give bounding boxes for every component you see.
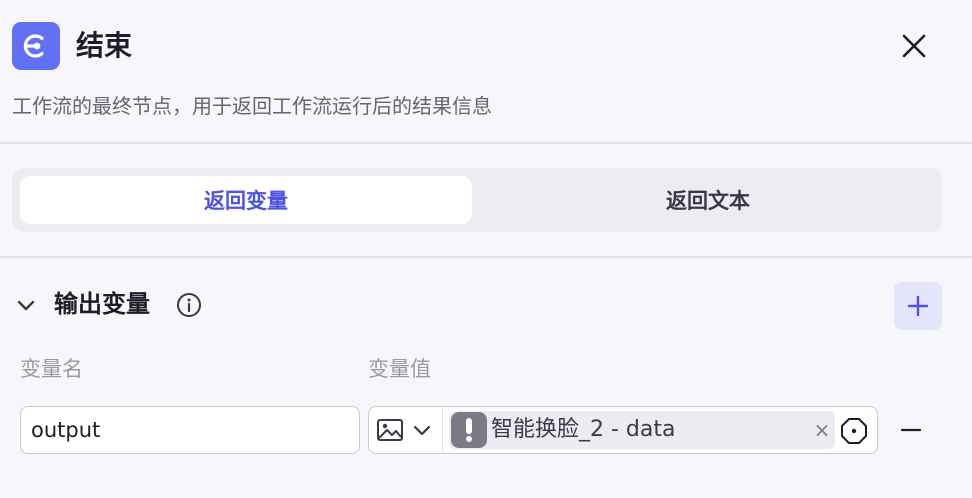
end-node-icon bbox=[12, 22, 60, 70]
column-label-value: 变量值 bbox=[368, 357, 431, 381]
minus-icon bbox=[900, 428, 922, 432]
variable-name-input[interactable] bbox=[20, 406, 360, 454]
panel-header: 结束 工作流的最终节点，用于返回工作流运行后的结果信息 bbox=[0, 0, 972, 142]
column-label-name: 变量名 bbox=[20, 357, 83, 381]
reference-label: 智能换脸_2 - data bbox=[491, 417, 676, 442]
image-icon bbox=[377, 418, 403, 441]
output-variables-title: 输出变量 bbox=[54, 290, 150, 318]
variable-value-field: 智能换脸_2 - data × bbox=[368, 406, 878, 454]
clear-reference-button[interactable]: × bbox=[811, 417, 833, 443]
close-icon bbox=[902, 34, 926, 58]
variable-reference-chip[interactable]: 智能换脸_2 - data × bbox=[449, 411, 835, 449]
variable-type-select[interactable] bbox=[369, 407, 443, 452]
tab-return-text[interactable]: 返回文本 bbox=[482, 176, 934, 224]
remove-variable-button[interactable] bbox=[894, 412, 928, 448]
variable-picker-icon[interactable] bbox=[839, 416, 869, 446]
plus-icon bbox=[907, 295, 929, 317]
tab-return-variables[interactable]: 返回变量 bbox=[20, 176, 472, 224]
panel-title: 结束 bbox=[76, 29, 133, 62]
close-button[interactable] bbox=[896, 28, 932, 64]
chevron-down-icon[interactable] bbox=[14, 293, 38, 317]
add-variable-button[interactable] bbox=[894, 282, 942, 330]
info-icon[interactable] bbox=[176, 292, 202, 318]
warning-icon bbox=[451, 412, 487, 448]
end-node-panel: 结束 工作流的最终节点，用于返回工作流运行后的结果信息 返回变量 返回文本 输出… bbox=[0, 0, 972, 498]
output-variables-header: 输出变量 bbox=[0, 280, 972, 330]
return-mode-tabs: 返回变量 返回文本 bbox=[12, 168, 942, 232]
section-divider bbox=[0, 256, 972, 258]
header-divider bbox=[0, 142, 972, 144]
chevron-down-icon bbox=[413, 425, 431, 435]
panel-description: 工作流的最终节点，用于返回工作流运行后的结果信息 bbox=[12, 94, 492, 118]
